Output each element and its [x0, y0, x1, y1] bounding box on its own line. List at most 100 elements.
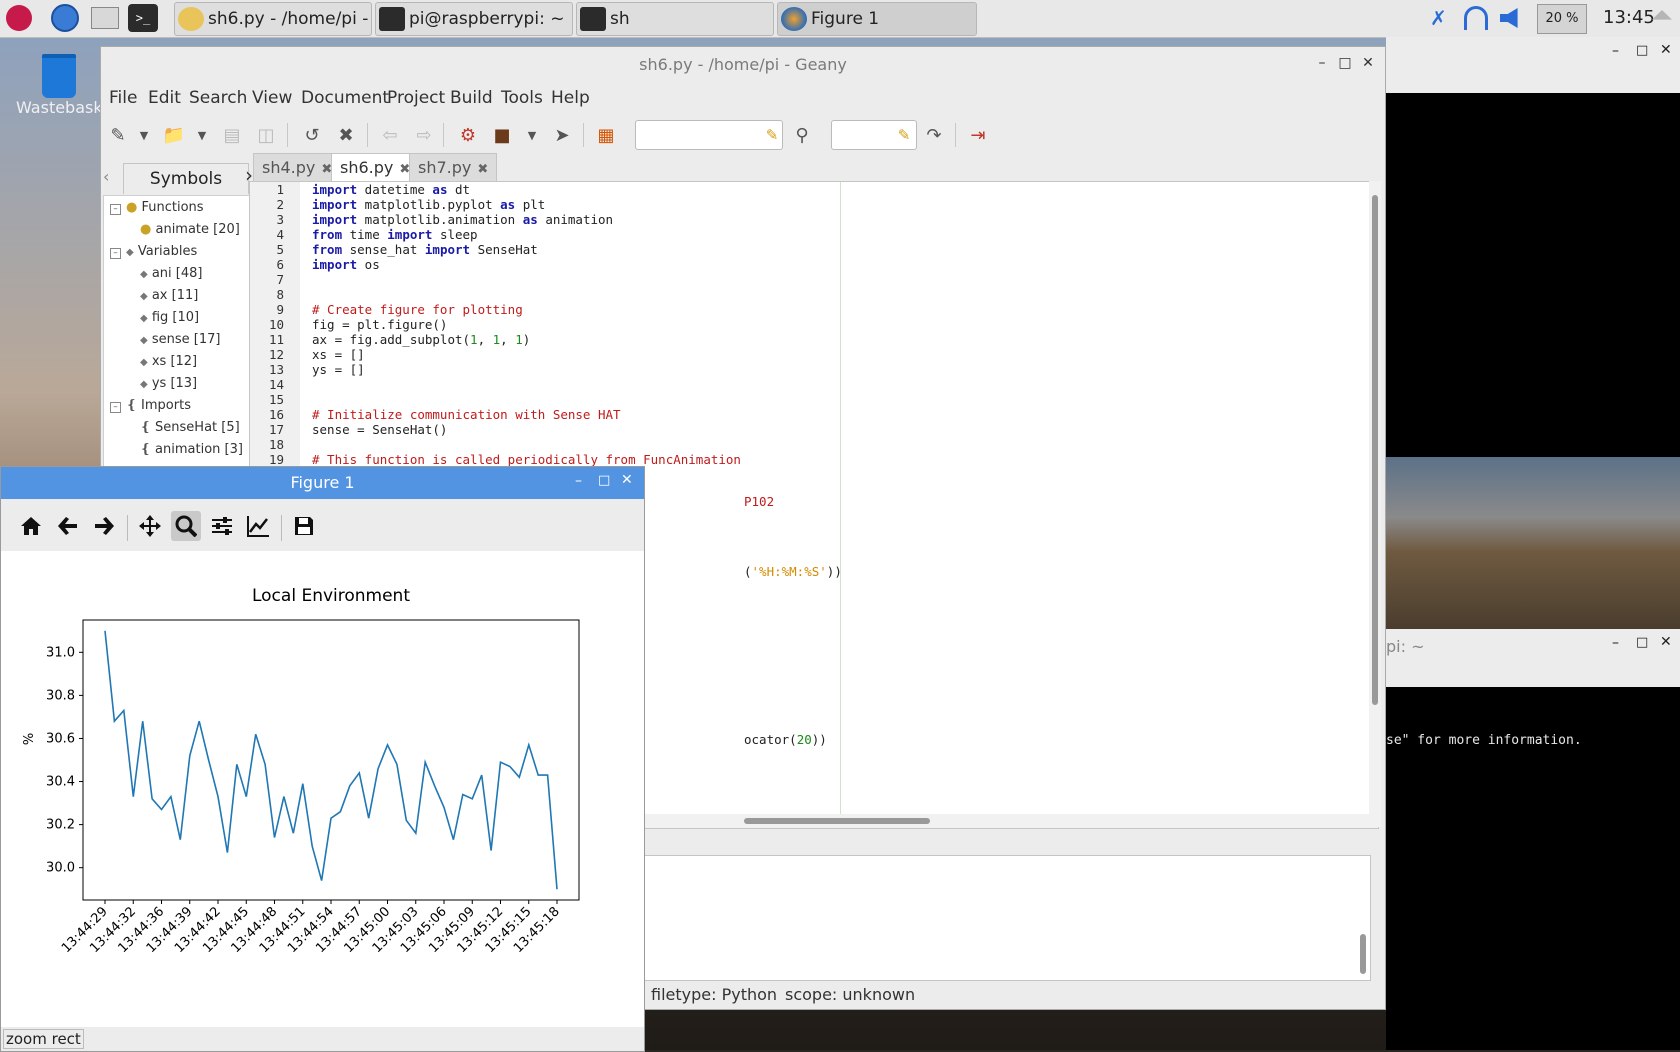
maximize-icon[interactable]: □ — [1336, 55, 1354, 71]
minimize-icon[interactable]: – — [1612, 635, 1619, 651]
revert-icon[interactable]: ↺ — [299, 122, 325, 148]
menu-help[interactable]: Help — [551, 88, 590, 108]
configure-subplots-icon[interactable] — [207, 511, 237, 541]
tree-item-import[interactable]: ❴ SenseHat [5] — [140, 420, 240, 435]
new-file-icon[interactable]: ✎ — [105, 122, 131, 148]
close-icon[interactable]: ✕ — [1660, 42, 1672, 58]
task-geany[interactable]: sh6.py - /home/pi - G... — [174, 2, 372, 36]
scrollbar-thumb[interactable] — [744, 818, 930, 824]
maximize-icon[interactable]: □ — [1636, 43, 1648, 58]
tree-item-functions[interactable]: ● Functions — [126, 200, 204, 215]
tree-item-variable[interactable]: ◆ xs [12] — [140, 354, 197, 369]
save-all-icon[interactable]: ◫ — [253, 122, 279, 148]
edit-axis-icon[interactable] — [243, 511, 273, 541]
clear-search-icon[interactable]: ✎ — [759, 122, 785, 148]
import-icon: ❴ — [126, 398, 137, 413]
menu-search[interactable]: Search — [189, 88, 247, 108]
tab-sh6[interactable]: sh6.py ✖ — [331, 153, 420, 182]
long-line-marker — [840, 182, 841, 828]
menu-file[interactable]: File — [109, 88, 137, 108]
tree-item-variables[interactable]: ◆ Variables — [126, 244, 197, 259]
task-terminal[interactable]: pi@raspberrypi: ~ — [375, 2, 573, 36]
maximize-icon[interactable]: □ — [1636, 635, 1648, 650]
close-icon[interactable]: ✕ — [1660, 634, 1672, 650]
clock[interactable]: 13:45 — [1603, 7, 1655, 28]
tab-symbols[interactable]: Symbols — [123, 163, 249, 194]
wifi-icon[interactable] — [1464, 6, 1488, 30]
menu-tools[interactable]: Tools — [501, 88, 543, 108]
variable-icon: ◆ — [140, 357, 148, 368]
menu-build[interactable]: Build — [450, 88, 493, 108]
maximize-icon[interactable]: □ — [598, 473, 610, 488]
y-tick-label: 30.6 — [46, 731, 75, 746]
vertical-scrollbar[interactable] — [1369, 181, 1381, 827]
menu-document[interactable]: Document — [301, 88, 389, 108]
tree-item-variable[interactable]: ◆ ax [11] — [140, 288, 198, 303]
tab-sh7[interactable]: sh7.py ✖ — [409, 153, 498, 182]
eject-icon[interactable] — [1652, 10, 1672, 20]
back-icon[interactable]: ⇦ — [377, 122, 403, 148]
menu-project[interactable]: Project — [387, 88, 445, 108]
task-figure[interactable]: Figure 1 — [777, 2, 977, 36]
back-arrow-icon[interactable] — [53, 511, 83, 541]
file-manager-icon[interactable] — [90, 4, 120, 32]
collapse-icon[interactable]: – — [110, 204, 121, 215]
cpu-monitor[interactable]: 20 % — [1537, 4, 1587, 34]
chevron-down-icon[interactable]: ▼ — [189, 122, 215, 148]
tab-sh4[interactable]: sh4.py ✖ — [253, 153, 342, 182]
menu-view[interactable]: View — [252, 88, 292, 108]
tree-item-animate[interactable]: ● animate [20] — [140, 222, 240, 237]
close-tab-icon[interactable]: ✖ — [477, 162, 488, 177]
wastebasket-desktop-icon[interactable]: Wastebasket — [14, 50, 118, 120]
tree-item-imports[interactable]: ❴ Imports — [126, 398, 191, 413]
message-pane[interactable] — [643, 855, 1371, 981]
close-icon[interactable]: ✕ — [621, 472, 633, 488]
chevron-left-icon[interactable]: ‹ — [103, 167, 109, 186]
quit-icon[interactable]: ⇥ — [965, 122, 991, 148]
chevron-down-icon[interactable]: ▼ — [519, 122, 545, 148]
line-number: 8 — [276, 287, 284, 302]
open-file-icon[interactable]: 📁 — [161, 122, 187, 148]
save-figure-icon[interactable] — [289, 511, 319, 541]
chart-title: Local Environment — [252, 586, 410, 606]
minimize-icon[interactable]: – — [1612, 43, 1619, 59]
browser-icon[interactable] — [50, 4, 80, 32]
zoom-icon[interactable] — [171, 511, 201, 541]
menu-edit[interactable]: Edit — [148, 88, 181, 108]
volume-icon[interactable] — [1500, 8, 1518, 28]
chevron-down-icon[interactable]: ▼ — [131, 122, 157, 148]
save-icon[interactable]: ▤ — [219, 122, 245, 148]
tree-item-variable[interactable]: ◆ ani [48] — [140, 266, 202, 281]
color-chooser-icon[interactable]: ▦ — [593, 122, 619, 148]
status-scope: scope: unknown — [785, 985, 916, 1004]
minimize-icon[interactable]: – — [1313, 55, 1331, 71]
clear-goto-icon[interactable]: ✎ — [891, 122, 917, 148]
scrollbar-thumb[interactable] — [1360, 934, 1366, 974]
compile-icon[interactable]: ⚙ — [455, 122, 481, 148]
goto-line-icon[interactable]: ↷ — [921, 122, 947, 148]
code-line: xs = [] — [312, 347, 365, 362]
forward-arrow-icon[interactable] — [89, 511, 119, 541]
build-icon[interactable]: ■ — [489, 122, 515, 148]
close-icon[interactable]: ✕ — [1359, 55, 1377, 71]
raspberry-menu-icon[interactable] — [6, 5, 32, 31]
tree-item-import[interactable]: ❴ animation [3] — [140, 442, 243, 457]
close-file-icon[interactable]: ✖ — [333, 122, 359, 148]
forward-icon[interactable]: ⇨ — [411, 122, 437, 148]
collapse-icon[interactable]: – — [110, 248, 121, 259]
pan-icon[interactable] — [135, 511, 165, 541]
scrollbar-thumb[interactable] — [1372, 195, 1378, 705]
terminal-launch-icon[interactable]: >_ — [128, 4, 158, 32]
tree-item-variable[interactable]: ◆ fig [10] — [140, 310, 199, 325]
tree-item-variable[interactable]: ◆ sense [17] — [140, 332, 220, 347]
tree-item-variable[interactable]: ◆ ys [13] — [140, 376, 197, 391]
collapse-icon[interactable]: – — [110, 402, 121, 413]
bluetooth-icon[interactable]: ✗ — [1430, 6, 1447, 30]
home-icon[interactable] — [16, 511, 46, 541]
search-icon[interactable]: ⚲ — [789, 122, 815, 148]
execute-icon[interactable]: ➤ — [549, 122, 575, 148]
task-sh[interactable]: sh — [576, 2, 774, 36]
minimize-icon[interactable]: – — [575, 473, 582, 489]
y-tick-label: 30.2 — [46, 818, 75, 833]
terminal-window-content[interactable]: se" for more information. — [1386, 687, 1680, 1050]
